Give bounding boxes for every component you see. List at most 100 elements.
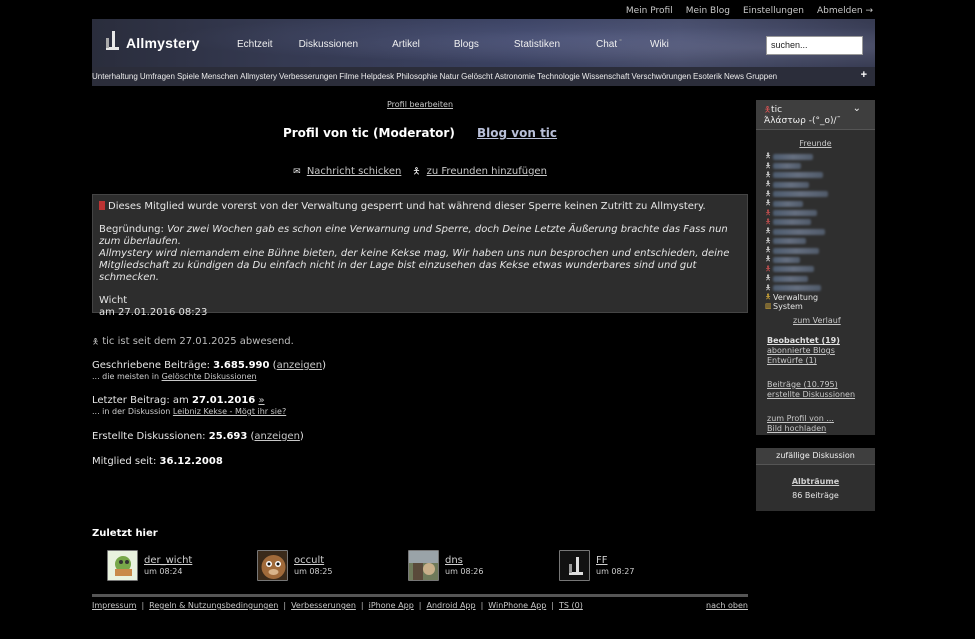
nav-diskussionen[interactable]: Diskussionen bbox=[299, 39, 358, 50]
discussions-value: 25.693 bbox=[208, 431, 248, 442]
add-friend-link[interactable]: zu Freunden hinzufügen bbox=[427, 166, 547, 177]
list-item[interactable]: 🯅 bbox=[765, 152, 835, 161]
visitor-name[interactable]: FF bbox=[596, 555, 634, 566]
friends-link[interactable]: Freunde bbox=[799, 139, 831, 148]
visitor-name[interactable]: occult bbox=[294, 555, 332, 566]
list-item[interactable]: ▥ System bbox=[765, 302, 835, 311]
nav-echtzeit[interactable]: Echtzeit bbox=[237, 39, 273, 50]
cat-technologie[interactable]: Technologie bbox=[537, 72, 580, 81]
footer-impressum[interactable]: Impressum bbox=[92, 601, 136, 610]
drafts-link[interactable]: Entwürfe (1) bbox=[767, 356, 817, 365]
blurred-name bbox=[773, 191, 828, 198]
cat-verschwoerungen[interactable]: Verschwörungen bbox=[631, 72, 691, 81]
visitor-item[interactable]: FF um 08:27 bbox=[559, 550, 634, 581]
avatar[interactable] bbox=[559, 550, 590, 581]
footer-iphone-app[interactable]: iPhone App bbox=[369, 601, 414, 610]
nav-chat[interactable]: Chat bbox=[596, 39, 617, 50]
avatar[interactable] bbox=[408, 550, 439, 581]
footer-rules[interactable]: Regeln & Nutzungsbedingungen bbox=[149, 601, 278, 610]
random-discussion-link[interactable]: Albträume bbox=[792, 477, 839, 486]
cat-gruppen[interactable]: Gruppen bbox=[746, 72, 777, 81]
visitor-item[interactable]: dns um 08:26 bbox=[408, 550, 483, 581]
sidebar-username: tic bbox=[771, 105, 783, 115]
cat-verbesserungen[interactable]: Verbesserungen bbox=[279, 72, 337, 81]
list-item[interactable]: 🯅 bbox=[765, 227, 835, 236]
footer-winphone-app[interactable]: WinPhone App bbox=[488, 601, 546, 610]
more-categories-button[interactable]: + bbox=[861, 69, 867, 81]
footer-ts[interactable]: TS (0) bbox=[559, 601, 583, 610]
list-item[interactable]: 🯅 bbox=[765, 237, 835, 246]
cat-helpdesk[interactable]: Helpdesk bbox=[361, 72, 394, 81]
list-item[interactable]: 🯅 bbox=[765, 274, 835, 283]
list-item[interactable]: 🯅 bbox=[765, 208, 835, 217]
cat-allmystery[interactable]: Allmystery bbox=[240, 72, 277, 81]
sidebar-user-header[interactable]: 🯅tic ⌄ Άλάστωρ -(°_o)/¯ bbox=[756, 100, 875, 130]
history-link[interactable]: zum Verlauf bbox=[793, 316, 841, 325]
person-icon: 🯅 bbox=[765, 152, 772, 161]
footer-improvements[interactable]: Verbesserungen bbox=[291, 601, 356, 610]
back-to-top-link[interactable]: nach oben bbox=[706, 601, 748, 610]
logout-link[interactable]: Abmelden → bbox=[817, 6, 873, 16]
nav-artikel[interactable]: Artikel bbox=[392, 39, 420, 50]
list-item[interactable]: 🯅 bbox=[765, 190, 835, 199]
list-item[interactable]: 🯅 bbox=[765, 246, 835, 255]
cat-news[interactable]: News bbox=[724, 72, 744, 81]
person-icon: 🯅 bbox=[765, 161, 772, 170]
cat-astronomie[interactable]: Astronomie bbox=[495, 72, 535, 81]
list-item[interactable]: 🯅 bbox=[765, 171, 835, 180]
cat-geloescht[interactable]: Gelöscht bbox=[461, 72, 493, 81]
created-discussions-link[interactable]: erstellte Diskussionen bbox=[767, 390, 855, 399]
list-item[interactable]: 🯅 bbox=[765, 180, 835, 189]
list-item[interactable]: 🯅 bbox=[765, 283, 835, 292]
cat-filme[interactable]: Filme bbox=[339, 72, 359, 81]
upload-image-link[interactable]: Bild hochladen bbox=[767, 424, 826, 433]
blog-link[interactable]: Blog von tic bbox=[477, 126, 557, 140]
settings-link[interactable]: Einstellungen bbox=[743, 6, 804, 16]
list-item[interactable]: 🯅 bbox=[765, 218, 835, 227]
list-item[interactable]: 🯅 bbox=[765, 161, 835, 170]
site-logo[interactable]: Allmystery bbox=[104, 31, 200, 55]
my-blog-link[interactable]: Mein Blog bbox=[686, 6, 730, 16]
list-item[interactable]: 🯅 bbox=[765, 265, 835, 274]
footer-android-app[interactable]: Android App bbox=[426, 601, 475, 610]
ban-headline: Dieses Mitglied wurde vorerst von der Ve… bbox=[108, 201, 706, 212]
cat-philosophie[interactable]: Philosophie bbox=[396, 72, 437, 81]
visitor-item[interactable]: der_wicht um 08:24 bbox=[107, 550, 192, 581]
cat-umfragen[interactable]: Umfragen bbox=[140, 72, 175, 81]
last-discussion-link[interactable]: Leibniz Kekse - Mögt ihr sie? bbox=[173, 407, 286, 416]
show-posts-link[interactable]: anzeigen bbox=[277, 360, 322, 371]
cat-esoterik[interactable]: Esoterik bbox=[693, 72, 722, 81]
visitor-item[interactable]: occult um 08:25 bbox=[257, 550, 332, 581]
nav-statistiken[interactable]: Statistiken bbox=[514, 39, 560, 50]
person-icon: 🯅 bbox=[765, 283, 772, 292]
my-posts-link[interactable]: Beiträge (10.795) bbox=[767, 380, 838, 389]
my-profile-link[interactable]: Mein Profil bbox=[626, 6, 673, 16]
edit-profile-link[interactable]: Profil bearbeiten bbox=[387, 100, 453, 109]
list-item[interactable]: 🯅 bbox=[765, 255, 835, 264]
cat-unterhaltung[interactable]: Unterhaltung bbox=[92, 72, 138, 81]
chevron-down-icon[interactable]: ⌄ bbox=[853, 103, 861, 114]
list-item[interactable]: 🯅 bbox=[765, 199, 835, 208]
visitor-name[interactable]: der_wicht bbox=[144, 555, 192, 566]
ban-date: am 27.01.2016 08:23 bbox=[99, 307, 208, 318]
cat-menschen[interactable]: Menschen bbox=[201, 72, 238, 81]
show-discussions-link[interactable]: anzeigen bbox=[254, 431, 299, 442]
nav-wiki[interactable]: Wiki bbox=[650, 39, 669, 50]
deleted-discussions-link[interactable]: Gelöschte Diskussionen bbox=[162, 372, 257, 381]
subscribed-blogs-link[interactable]: abonnierte Blogs bbox=[767, 346, 835, 355]
last-post-link[interactable]: » bbox=[258, 395, 264, 406]
visitor-name[interactable]: dns bbox=[445, 555, 483, 566]
nav-blogs[interactable]: Blogs bbox=[454, 39, 479, 50]
cat-wissenschaft[interactable]: Wissenschaft bbox=[582, 72, 630, 81]
reason-label: Begründung: bbox=[99, 224, 168, 235]
profile-of-link[interactable]: zum Profil von ... bbox=[767, 414, 834, 423]
cat-spiele[interactable]: Spiele bbox=[177, 72, 199, 81]
list-item[interactable]: 🯅 Verwaltung bbox=[765, 293, 835, 302]
avatar[interactable] bbox=[107, 550, 138, 581]
search-input[interactable]: suchen... bbox=[766, 36, 863, 55]
cat-natur[interactable]: Natur bbox=[440, 72, 460, 81]
profile-title-row: Profil von tic (Moderator) Blog von tic bbox=[92, 126, 748, 140]
watched-link[interactable]: Beobachtet (19) bbox=[767, 336, 840, 345]
send-message-link[interactable]: Nachricht schicken bbox=[307, 166, 402, 177]
avatar[interactable] bbox=[257, 550, 288, 581]
